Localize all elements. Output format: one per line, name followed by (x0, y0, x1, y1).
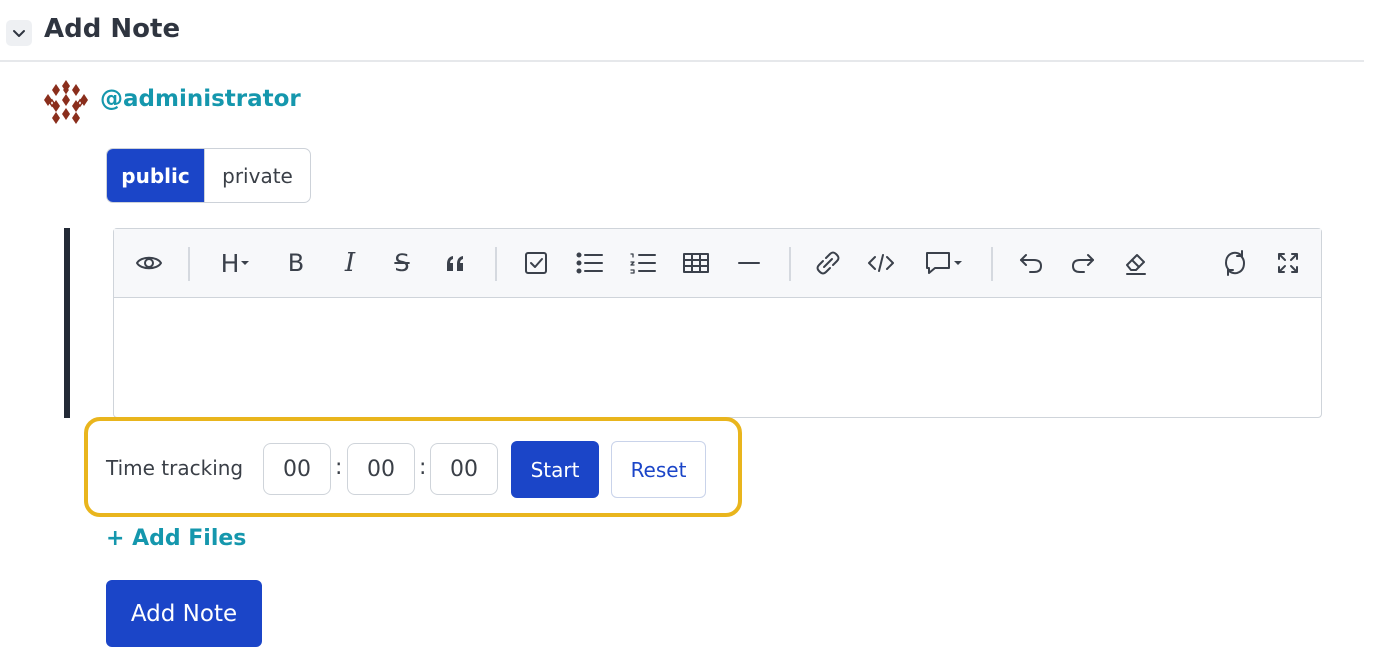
seconds-input[interactable] (430, 443, 498, 495)
comment-icon (926, 252, 950, 274)
task-list-button[interactable] (518, 245, 554, 281)
identicon-avatar (43, 79, 89, 125)
undo-icon (1020, 254, 1042, 273)
section-header (0, 0, 1364, 62)
hours-input[interactable] (263, 443, 331, 495)
horizontal-rule-button[interactable] (731, 245, 767, 281)
undo-button[interactable] (1014, 245, 1048, 281)
start-timer-button[interactable]: Start (511, 441, 599, 498)
link-button[interactable] (810, 245, 846, 281)
code-button[interactable] (863, 245, 899, 281)
bold-button[interactable]: B (280, 245, 312, 281)
toolbar-separator (495, 247, 497, 281)
quote-icon (447, 256, 463, 271)
strikethrough-button[interactable]: S (386, 245, 418, 281)
link-icon (816, 251, 840, 275)
time-tracking-label: Time tracking (106, 456, 244, 480)
ordered-list-icon (630, 253, 656, 274)
toolbar-separator (991, 247, 993, 281)
ordered-list-button[interactable] (625, 245, 661, 281)
sync-button[interactable] (1218, 245, 1252, 281)
heading-dropdown[interactable]: H (212, 245, 260, 281)
chevron-down-icon (13, 30, 25, 37)
comment-dropdown[interactable] (918, 245, 970, 281)
heading-label: H (220, 248, 240, 278)
bullet-list-icon (576, 252, 603, 274)
strikethrough-label: S (394, 249, 410, 277)
eraser-icon (1126, 254, 1146, 275)
redo-icon (1072, 254, 1094, 273)
markdown-editor: H B I S (113, 228, 1322, 418)
visibility-private-option[interactable]: private (204, 149, 310, 202)
time-separator: : (419, 455, 427, 480)
table-icon (683, 253, 709, 273)
time-separator: : (335, 455, 343, 480)
add-files-link[interactable]: + Add Files (106, 526, 246, 551)
redo-button[interactable] (1066, 245, 1100, 281)
editor-toolbar: H B I S (114, 229, 1321, 298)
preview-button[interactable] (132, 245, 166, 281)
section-title: Add Note (44, 14, 181, 44)
quote-button[interactable] (440, 245, 472, 281)
author-handle[interactable]: @administrator (100, 86, 301, 112)
clear-format-button[interactable] (1119, 245, 1153, 281)
bullet-list-button[interactable] (572, 245, 608, 281)
caret-down-icon (241, 261, 250, 265)
visibility-public-option[interactable]: public (107, 149, 204, 202)
toolbar-separator (188, 247, 190, 281)
fullscreen-button[interactable] (1271, 245, 1305, 281)
eye-icon (136, 256, 162, 270)
italic-button[interactable]: I (334, 245, 366, 281)
horizontal-rule-icon (738, 262, 760, 264)
italic-label: I (344, 248, 356, 278)
reset-timer-button[interactable]: Reset (611, 441, 706, 498)
toolbar-separator (789, 247, 791, 281)
editor-content-area[interactable] (114, 298, 1321, 417)
code-icon (868, 254, 894, 272)
table-button[interactable] (678, 245, 714, 281)
editor-focus-bar (64, 228, 70, 418)
sync-icon (1225, 250, 1245, 276)
checkbox-icon (525, 252, 547, 274)
caret-down-icon (954, 261, 962, 265)
collapse-toggle[interactable] (6, 20, 32, 46)
visibility-toggle: public private (106, 148, 311, 203)
add-note-button[interactable]: Add Note (106, 580, 262, 647)
minutes-input[interactable] (347, 443, 415, 495)
avatar (42, 78, 90, 126)
fullscreen-icon (1278, 253, 1298, 273)
bold-label: B (287, 249, 305, 277)
